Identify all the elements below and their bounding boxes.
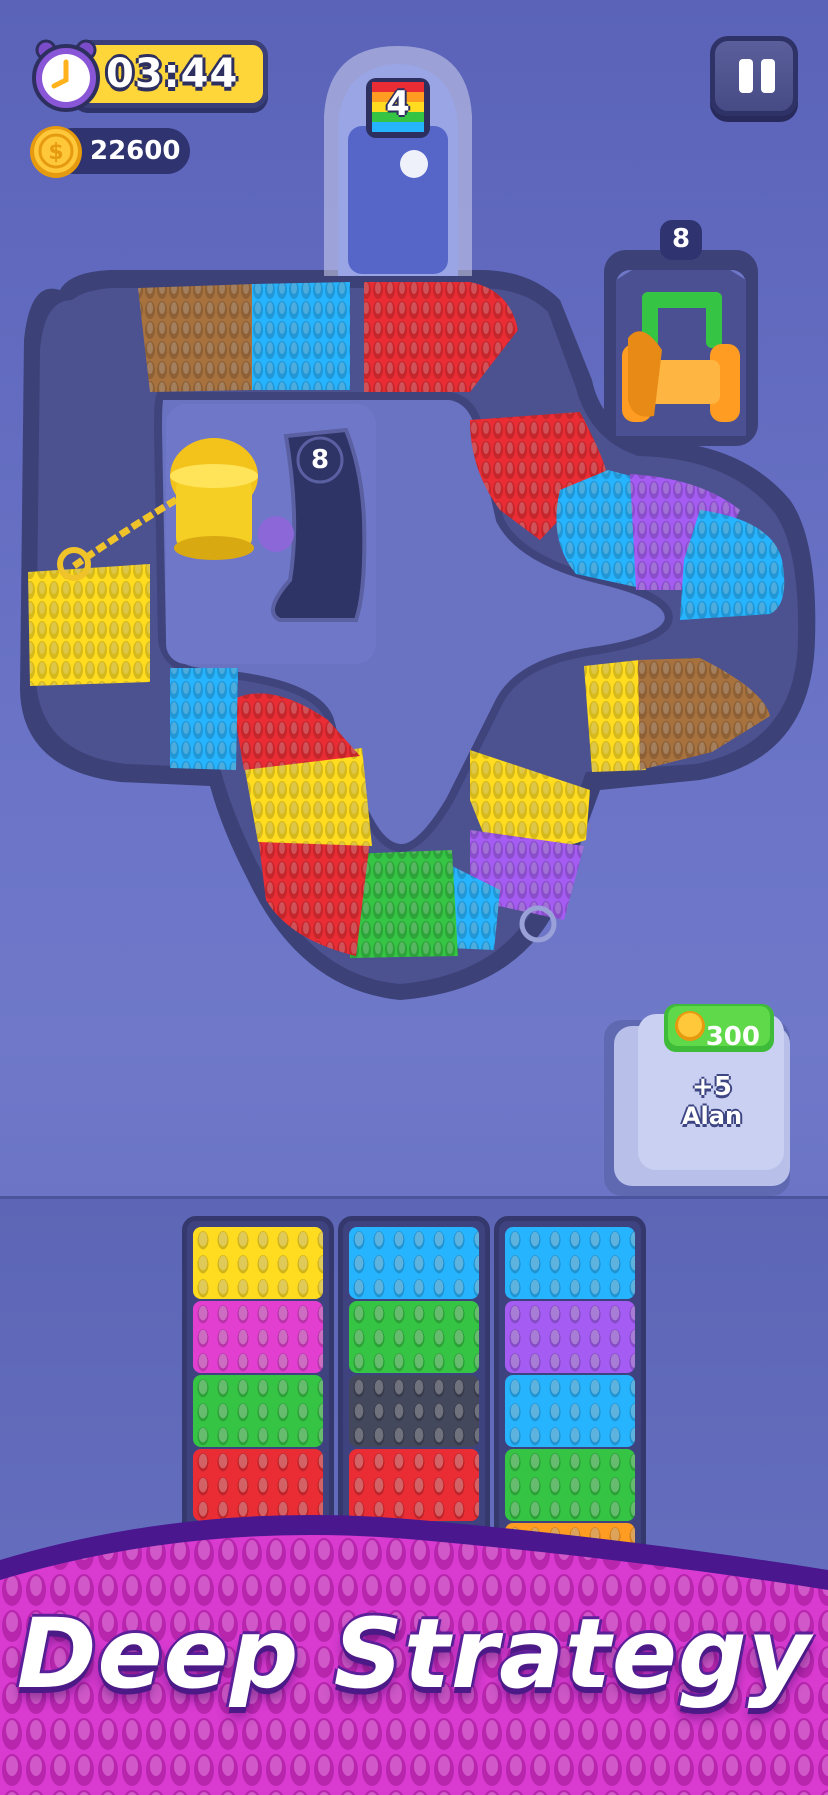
yarn-stripe <box>349 1227 479 1299</box>
coin-amount: 22600 <box>90 136 181 166</box>
yarn-stripe <box>505 1227 635 1299</box>
side-spool-count: 8 <box>671 224 691 254</box>
yarn-stripe <box>193 1227 323 1299</box>
yarn-stripe <box>349 1301 479 1373</box>
alarm-clock-icon <box>32 39 100 112</box>
pause-icon <box>739 59 753 93</box>
inner-spool-count: 8 <box>310 445 330 475</box>
yarn-stripe <box>349 1375 479 1447</box>
timer-text: 03:44 <box>106 51 239 97</box>
yarn-stripe <box>505 1375 635 1447</box>
buy-bonus: +5 <box>692 1072 732 1102</box>
banner-title: Deep Strategy <box>16 1598 812 1710</box>
top-spool-machine <box>324 46 472 276</box>
coin-icon: $ <box>30 126 82 178</box>
top-spool-count: 4 <box>386 84 410 124</box>
pause-button[interactable] <box>710 36 798 116</box>
buy-label: Alan <box>681 1102 743 1130</box>
timer: 03:44 <box>28 36 268 112</box>
coin-counter: 22600 $ <box>28 124 190 178</box>
yarn-stripe <box>193 1301 323 1373</box>
buy-price: 300 <box>705 1022 760 1052</box>
inner-spool <box>170 438 258 560</box>
svg-text:$: $ <box>48 140 63 165</box>
yarn-stripe <box>193 1375 323 1447</box>
yarn-stripe <box>505 1301 635 1373</box>
pause-icon <box>761 59 775 93</box>
buy-slot-button[interactable]: 300 +5 Alan <box>604 1004 794 1200</box>
